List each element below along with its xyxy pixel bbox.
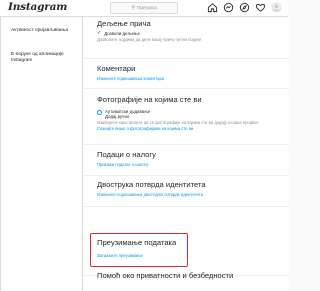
settings-card: безбедност Активност пријављивања Е-пору… (0, 12, 289, 291)
edit-two-factor-link[interactable]: Измените подешавања двоструке потврде ид… (97, 192, 277, 197)
sidebar-item-login-activity[interactable]: Активност пријављивања (1, 28, 81, 34)
home-icon[interactable] (207, 2, 218, 13)
section-two-factor: Двострука потврда идентитета Измените по… (97, 180, 277, 197)
edit-comment-settings-link[interactable]: Измените подешавања коментара (97, 76, 277, 81)
section-title: Преузимање података (97, 238, 177, 247)
radio-selected-icon (97, 109, 102, 115)
section-comments: Коментари Измените подешавања коментара (97, 64, 277, 81)
section-download-data: Преузимање података Затражите преузимање (97, 238, 277, 258)
photos-options: Аутоматски додавање Додај ручно (105, 109, 150, 119)
photos-learn-more-link[interactable]: Сазнајте више о фотографијама на којима … (97, 126, 277, 131)
section-title: Фотографије на којима сте ви (97, 95, 202, 104)
instagram-logo[interactable]: Instagram (8, 1, 67, 13)
section-story-sharing: Дељење прича ✓ Дозволи дељење Дозволите … (97, 19, 277, 42)
photos-add-radio[interactable]: Аутоматски додавање Додај ручно (97, 109, 277, 119)
divider (83, 58, 289, 59)
request-download-link[interactable]: Затражите преузимање (97, 253, 277, 258)
view-account-data-link[interactable]: Прикажи податке о налогу (97, 162, 277, 167)
nav-icons (207, 2, 282, 13)
section-account-data: Подаци о налогу Прикажи податке о налогу (97, 150, 277, 167)
search-placeholder: Претрага (137, 4, 157, 10)
section-photos-of-you: Фотографије на којима сте ви Аутоматски … (97, 95, 277, 131)
messenger-icon[interactable] (223, 2, 234, 13)
sidebar-item-instagram-emails[interactable]: Е-поруке од апликације Instagram (1, 52, 81, 64)
section-privacy-help: Помоћ око приватности и безбедности (97, 271, 277, 280)
explore-icon[interactable] (239, 2, 250, 13)
settings-content: Дељење прича ✓ Дозволи дељење Дозволите … (83, 17, 289, 291)
heart-icon[interactable] (255, 2, 266, 13)
divider (83, 175, 289, 176)
allow-sharing-checkbox[interactable]: ✓ Дозволи дељење (97, 31, 277, 36)
section-title: Помоћ око приватности и безбедности (97, 271, 234, 280)
divider (83, 206, 289, 207)
settings-sidebar: безбедност Активност пријављивања Е-пору… (1, 12, 83, 291)
manual-add-label[interactable]: Додај ручно (105, 114, 150, 119)
divider (83, 144, 289, 145)
search-input[interactable]: ⚲ Претрага (110, 2, 178, 14)
top-bar: Instagram ⚲ Претрага (0, 0, 288, 17)
sharing-description: Дозволите људима да деле вашу причу путе… (97, 37, 202, 43)
section-title: Дељење прича (97, 19, 151, 28)
divider (83, 88, 289, 89)
section-title: Коментари (97, 64, 136, 73)
search-icon: ⚲ (131, 4, 136, 11)
photos-description: Изаберите како желите да се фотографије … (97, 120, 260, 126)
section-title: Подаци о налогу (97, 150, 156, 159)
check-icon: ✓ (97, 30, 102, 37)
avatar[interactable] (271, 2, 282, 13)
allow-sharing-label: Дозволи дељење (104, 31, 140, 36)
section-title: Двострука потврда идентитета (97, 180, 206, 189)
